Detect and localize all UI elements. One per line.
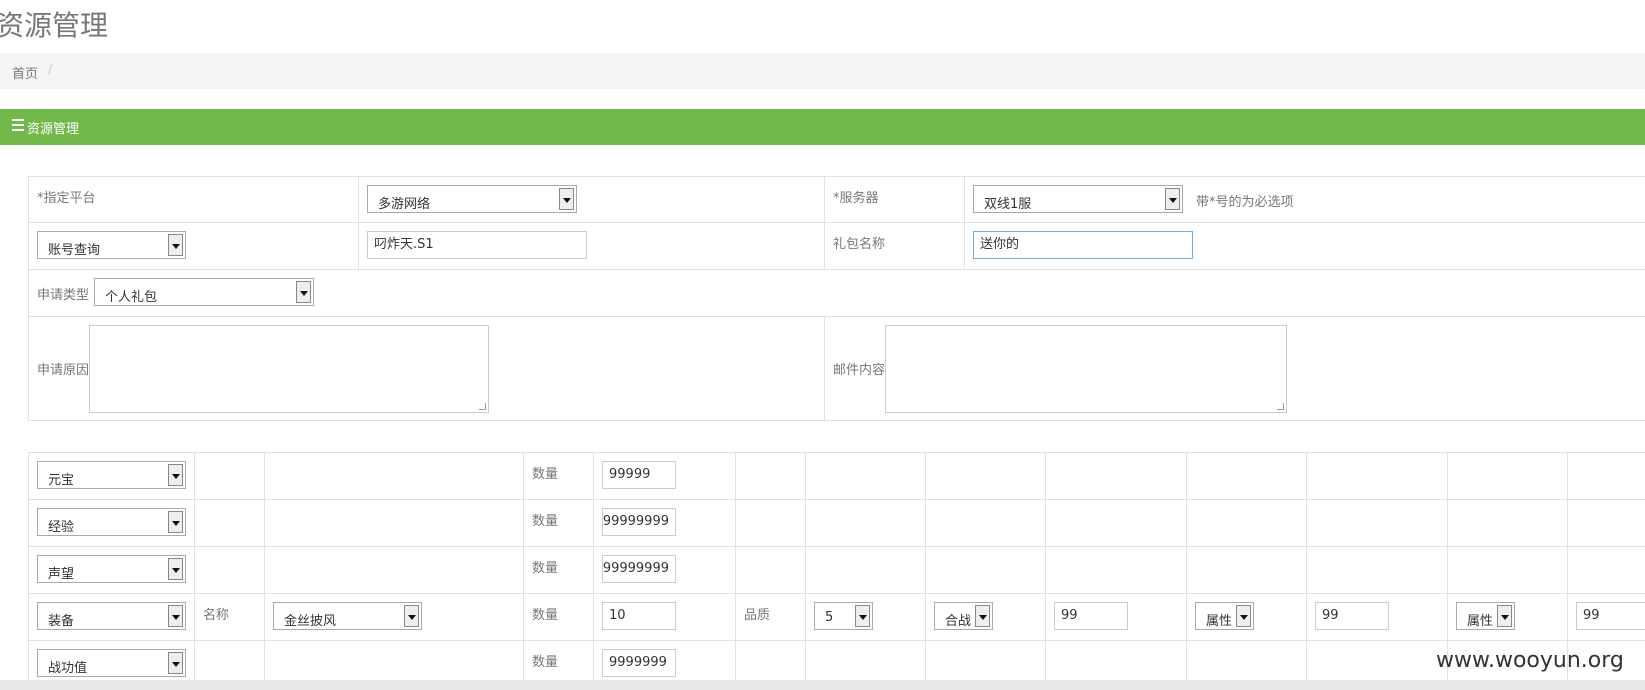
quality-label: 品质 — [744, 608, 771, 623]
item-type-select[interactable]: 元宝 — [37, 461, 186, 489]
chevron-down-icon — [559, 188, 574, 210]
gift-name-label-cell: 礼包名称 — [824, 222, 965, 270]
platform-select[interactable]: 多游网络 — [367, 185, 577, 213]
chevron-down-icon — [975, 605, 990, 627]
chevron-down-icon — [168, 652, 183, 674]
chevron-down-icon — [168, 464, 183, 486]
chevron-down-icon — [168, 234, 183, 256]
chevron-down-icon — [168, 605, 183, 627]
menu-icon — [12, 119, 24, 131]
item-name-select[interactable]: 金丝披风 — [273, 602, 422, 630]
table-row: 元宝 数量 99999 — [28, 452, 1645, 500]
quantity-input[interactable]: 10 — [602, 602, 676, 630]
chevron-down-icon — [1165, 188, 1180, 210]
platform-label-cell: *指定平台 — [28, 176, 359, 223]
watermark-text: www.wooyun.org — [1436, 648, 1624, 673]
attribute-select-2[interactable]: 属性 — [1456, 602, 1515, 630]
table-row: 声望 数量 99999999 — [28, 546, 1645, 594]
chevron-down-icon — [1497, 605, 1512, 627]
server-label: *服务器 — [833, 191, 879, 206]
combine-select[interactable]: 合战 — [934, 602, 993, 630]
quantity-input[interactable]: 99999999 — [602, 508, 676, 536]
attribute-value-input-1[interactable]: 99 — [1315, 602, 1389, 630]
chevron-down-icon — [1236, 605, 1251, 627]
attribute-select-1[interactable]: 属性 — [1195, 602, 1254, 630]
resource-form: *指定平台 多游网络 *服务器 双线1服 带*号的为必选项 账号查询 叼炸天.S… — [28, 176, 1645, 421]
apply-type-label: 申请类型 — [37, 288, 90, 303]
apply-type-cell: 申请类型 个人礼包 — [28, 269, 1645, 317]
platform-select-cell: 多游网络 — [358, 176, 825, 223]
chevron-down-icon — [168, 558, 183, 580]
bottom-scroll-area — [0, 680, 1645, 690]
quantity-input[interactable]: 99999 — [602, 461, 676, 489]
quantity-input[interactable]: 9999999 — [602, 649, 676, 677]
page-title: 资源管理 — [0, 9, 109, 42]
mail-content-textarea[interactable] — [885, 325, 1287, 413]
account-input[interactable]: 叼炸天.S1 — [367, 231, 587, 259]
item-type-select[interactable]: 战功值 — [37, 649, 186, 677]
combine-value-input[interactable]: 99 — [1054, 602, 1128, 630]
account-query-select[interactable]: 账号查询 — [37, 231, 186, 259]
chevron-down-icon — [855, 605, 870, 627]
chevron-down-icon — [168, 511, 183, 533]
quantity-label: 数量 — [532, 514, 559, 529]
resize-handle-icon[interactable] — [479, 403, 486, 410]
quality-select[interactable]: 5 — [814, 602, 873, 630]
reason-textarea[interactable] — [89, 325, 489, 413]
table-row: 装备 名称 金丝披风 数量 10 品质 5 合战 99 属性 99 属性 99 — [28, 593, 1645, 641]
quantity-label: 数量 — [532, 467, 559, 482]
attribute-value-input-2[interactable]: 99 — [1576, 602, 1645, 630]
breadcrumb: 首页 / — [0, 53, 1645, 89]
quantity-label: 数量 — [532, 561, 559, 576]
table-row: 经验 数量 99999999 — [28, 499, 1645, 547]
item-type-select[interactable]: 装备 — [37, 602, 186, 630]
account-input-cell: 叼炸天.S1 — [358, 222, 825, 270]
mail-content-label: 邮件内容 — [833, 363, 886, 378]
chevron-down-icon — [296, 281, 311, 303]
breadcrumb-separator: / — [48, 63, 53, 78]
gift-name-label: 礼包名称 — [833, 237, 886, 252]
section-header: 资源管理 — [0, 109, 1645, 145]
reason-cell: 申请原因 — [28, 316, 825, 421]
item-type-select[interactable]: 经验 — [37, 508, 186, 536]
server-select[interactable]: 双线1服 — [973, 185, 1183, 213]
resize-handle-icon[interactable] — [1277, 403, 1284, 410]
server-select-cell: 双线1服 带*号的为必选项 — [964, 176, 1645, 223]
quantity-label: 数量 — [532, 608, 559, 623]
section-title: 资源管理 — [27, 122, 80, 137]
mail-content-cell: 邮件内容 — [824, 316, 1645, 421]
breadcrumb-home-link[interactable]: 首页 — [12, 63, 38, 82]
required-hint: 带*号的为必选项 — [1196, 195, 1294, 210]
chevron-down-icon — [404, 605, 419, 627]
item-type-select[interactable]: 声望 — [37, 555, 186, 583]
gift-name-input-cell: 送你的 — [964, 222, 1645, 270]
platform-label: *指定平台 — [37, 191, 96, 206]
account-query-cell: 账号查询 — [28, 222, 359, 270]
name-label: 名称 — [203, 608, 230, 623]
apply-type-select[interactable]: 个人礼包 — [94, 278, 314, 306]
quantity-label: 数量 — [532, 655, 559, 670]
reason-label: 申请原因 — [37, 363, 90, 378]
gift-name-input[interactable]: 送你的 — [973, 231, 1193, 259]
server-label-cell: *服务器 — [824, 176, 965, 223]
quantity-input[interactable]: 99999999 — [602, 555, 676, 583]
items-table: 元宝 数量 99999 经验 数量 99999999 声望 数量 9999999… — [28, 452, 1645, 688]
